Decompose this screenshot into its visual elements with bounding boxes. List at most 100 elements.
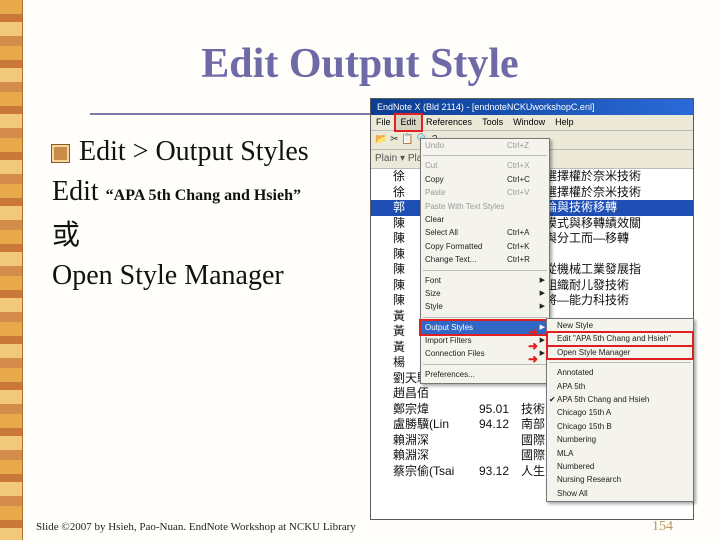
menu-item-font[interactable]: Font ▶	[421, 274, 549, 287]
author-cell: 陳	[393, 262, 406, 276]
window-titlebar: EndNote X (Bld 2114) - [endnoteNCKUworks…	[371, 99, 693, 115]
menu-item-label: Clear	[425, 214, 445, 224]
submenu-item[interactable]: Annotated	[547, 366, 693, 379]
submenu-item-label: Chicago 15th A	[557, 408, 612, 418]
menu-item-label: Font	[425, 275, 442, 285]
menu-file[interactable]: File	[371, 115, 396, 130]
menu-separator	[549, 362, 691, 364]
submenu-item-label: MLA	[557, 448, 574, 458]
menu-item-copy-formatted[interactable]: Copy Formatted Ctrl+K	[421, 240, 549, 253]
menu-item-label: Import Filters	[425, 336, 472, 346]
menu-item-label: Output Styles	[425, 322, 474, 332]
decorative-left-border	[0, 0, 23, 540]
menu-window[interactable]: Window	[508, 115, 550, 130]
year-cell: 94.12	[479, 417, 510, 431]
menu-separator	[423, 269, 547, 271]
menu-bar: File Edit References Tools Window Help	[371, 113, 693, 132]
title-cell: 國際	[521, 448, 546, 462]
author-cell: 陳	[393, 215, 406, 230]
menu-item-paste-with-text-styles[interactable]: Paste With Text Styles	[421, 200, 549, 213]
submenu-item-label: APA 5th	[557, 381, 586, 391]
author-cell: 郭	[393, 200, 406, 214]
year-cell: 95.01	[479, 401, 510, 416]
menu-item-label: Paste With Text Styles	[425, 201, 505, 211]
submenu-item[interactable]: Nursing Research	[547, 473, 693, 486]
author-cell: 陳	[393, 277, 406, 292]
author-cell: 楊	[393, 355, 406, 369]
menu-separator	[423, 155, 547, 157]
title-rule	[90, 113, 390, 115]
author-cell: 蔡宗偷(Tsai	[393, 463, 455, 478]
menu-help[interactable]: Help	[550, 115, 579, 130]
submenu-item[interactable]: Numbered	[547, 460, 693, 473]
submenu-item[interactable]: Numbering	[547, 433, 693, 446]
bullet-line-2: Edit “APA 5th Chang and Hsieh”	[52, 176, 301, 207]
title-cell: 人生	[521, 463, 546, 478]
submenu-item[interactable]: Show All	[547, 487, 693, 500]
menu-item-label: Copy Formatted	[425, 241, 483, 251]
author-cell: 黃	[393, 339, 406, 354]
shortcut-label: Ctrl+K	[507, 241, 530, 251]
title-cell: 南部	[521, 417, 546, 431]
menu-item-size[interactable]: Size ▶	[421, 287, 549, 300]
author-cell: 鄭宗煒	[393, 401, 430, 416]
menu-item-select-all[interactable]: Select All Ctrl+A	[421, 226, 549, 239]
author-cell: 黃	[393, 308, 406, 323]
bullet-square-icon	[52, 145, 69, 163]
author-cell: 陳	[393, 231, 406, 245]
menu-item-preferences[interactable]: Preferences...	[421, 368, 549, 381]
submenu-item[interactable]: Edit "APA 5th Chang and Hsieh"	[546, 331, 694, 347]
submenu-item[interactable]: APA 5th	[547, 380, 693, 393]
submenu-item-label: New Style	[557, 321, 594, 330]
submenu-item[interactable]: Open Style Manager	[546, 344, 694, 361]
menu-references[interactable]: References	[421, 115, 477, 130]
checkmark-icon: ✔	[549, 394, 556, 404]
submenu-item-label: APA 5th Chang and Hsieh	[557, 394, 650, 404]
submenu-item[interactable]: Chicago 15th A	[547, 406, 693, 419]
menu-item-label: Size	[425, 288, 441, 298]
submenu-arrow-icon: ▶	[539, 337, 545, 345]
slide-footer: Slide ©2007 by Hsieh, Pao-Nuan. EndNote …	[36, 521, 356, 533]
bullet-line-4: Open Style Manager	[52, 260, 284, 291]
submenu-item-label: Edit "APA 5th Chang and Hsieh"	[557, 334, 672, 344]
menu-item-label: Select All	[425, 228, 458, 238]
menu-item-copy[interactable]: Copy Ctrl+C	[421, 173, 549, 186]
bullet-line-3: 或	[52, 220, 81, 251]
menu-item-label: Preferences...	[425, 369, 475, 379]
submenu-arrow-icon: ▶	[539, 350, 545, 358]
menu-tools[interactable]: Tools	[477, 115, 508, 130]
title-cell: 國際	[521, 432, 546, 447]
author-cell: 趙昌佰	[393, 386, 430, 400]
menu-item-label: Cut	[425, 161, 438, 171]
author-cell: 陳	[393, 246, 406, 261]
submenu-item-label: Numbered	[557, 461, 595, 471]
menu-item-label: Undo	[425, 141, 445, 150]
submenu-item[interactable]: ✔ APA 5th Chang and Hsieh	[547, 393, 693, 406]
shortcut-label: Ctrl+C	[507, 174, 530, 184]
menu-item-style[interactable]: Style ▶	[421, 300, 549, 313]
menu-edit[interactable]: Edit	[393, 113, 423, 132]
submenu-item-label: Annotated	[557, 368, 594, 378]
author-cell: 盧勝驥(Lin	[393, 417, 450, 431]
slide-title: Edit Output Style	[201, 41, 519, 87]
menu-item-cut[interactable]: Cut Ctrl+X	[421, 159, 549, 172]
callout-arrow-icon: ➜	[528, 352, 539, 366]
menu-item-change-text[interactable]: Change Text... Ctrl+R	[421, 253, 549, 266]
submenu-item[interactable]: Chicago 15th B	[547, 420, 693, 433]
submenu-item[interactable]: New Style	[547, 319, 693, 332]
callout-arrow-icon: ➜	[528, 325, 539, 339]
menu-item-label: Style	[425, 302, 443, 312]
menu-item-paste[interactable]: Paste Ctrl+V	[421, 186, 549, 199]
shortcut-label: Ctrl+V	[507, 188, 530, 198]
author-cell: 賴淵深	[393, 432, 430, 447]
submenu-item[interactable]: MLA	[547, 447, 693, 460]
author-cell: 陳	[393, 293, 406, 307]
shortcut-label: Ctrl+Z	[507, 141, 529, 150]
shortcut-label: Ctrl+X	[507, 161, 530, 171]
author-cell: 賴淵深	[393, 448, 430, 462]
menu-item-clear[interactable]: Clear	[421, 213, 549, 226]
submenu-arrow-icon: ▶	[539, 289, 545, 297]
title-cell: 技術	[521, 401, 546, 416]
menu-item-undo[interactable]: Undo Ctrl+Z	[421, 139, 549, 152]
submenu-item-label: Chicago 15th B	[557, 421, 612, 431]
